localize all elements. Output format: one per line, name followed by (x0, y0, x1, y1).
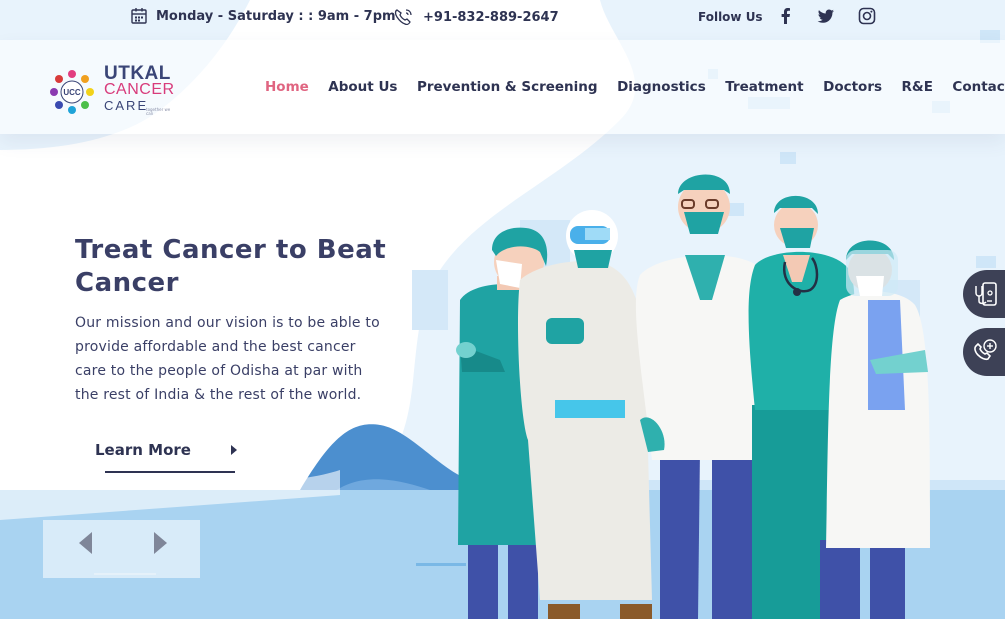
hero-title: Treat Cancer to Beat Cancer (75, 235, 387, 298)
slider-controls (43, 520, 200, 578)
side-call-button[interactable] (963, 328, 1005, 376)
phone-contact[interactable]: +91-832-889-2647 (393, 7, 559, 27)
nav-prevention-screening[interactable]: Prevention & Screening (417, 79, 598, 95)
mobile-stethoscope-icon (975, 282, 997, 306)
main-header: UCC UTKAL CANCER CARE together we can Ho… (0, 40, 1005, 134)
site-logo[interactable]: UCC UTKAL CANCER CARE together we can (46, 64, 176, 122)
follow-us-label: Follow Us (698, 10, 763, 24)
opening-hours: Monday - Saturday : : 9am - 7pm (130, 7, 396, 25)
slider-next-button[interactable] (146, 529, 172, 557)
phone-icon (394, 9, 412, 26)
hero-description: Our mission and our vision is to be able… (75, 315, 380, 403)
twitter-icon[interactable] (816, 6, 836, 26)
calendar-icon (131, 8, 147, 24)
svg-text:UCC: UCC (63, 88, 81, 97)
hours-text: Monday - Saturday : : 9am - 7pm (156, 8, 396, 24)
facebook-icon[interactable] (776, 6, 796, 26)
nav-doctors[interactable]: Doctors (823, 79, 882, 95)
side-appointment-button[interactable] (963, 270, 1005, 318)
learn-more-button[interactable]: Learn More (95, 440, 237, 473)
nav-contact-us[interactable]: Contact Us (952, 79, 1005, 95)
chevron-left-icon (79, 532, 92, 554)
phone-number[interactable]: +91-832-889-2647 (423, 10, 559, 25)
logo-line-2: CANCER (104, 81, 175, 98)
nav-about-us[interactable]: About Us (328, 79, 397, 95)
instagram-icon[interactable] (857, 6, 877, 26)
arrow-right-icon (231, 445, 237, 455)
main-nav: Home About Us Prevention & Screening Dia… (265, 79, 1005, 95)
logo-wordmark: UTKAL CANCER CARE (104, 63, 184, 114)
phone-plus-icon (974, 339, 997, 361)
logo-line-1: UTKAL (104, 63, 171, 84)
nav-home[interactable]: Home (265, 79, 309, 95)
learn-more-label: Learn More (95, 441, 191, 459)
ucc-logo-icon: UCC (50, 70, 94, 114)
nav-treatment[interactable]: Treatment (725, 79, 803, 95)
top-bar: Monday - Saturday : : 9am - 7pm +91-832-… (0, 0, 1005, 34)
slider-prev-button[interactable] (73, 529, 99, 557)
logo-tagline: together we can (146, 107, 171, 116)
learn-more-underline (105, 471, 235, 473)
nav-r-and-e[interactable]: R&E (902, 79, 933, 95)
nav-diagnostics[interactable]: Diagnostics (617, 79, 706, 95)
chevron-right-icon (154, 532, 167, 554)
